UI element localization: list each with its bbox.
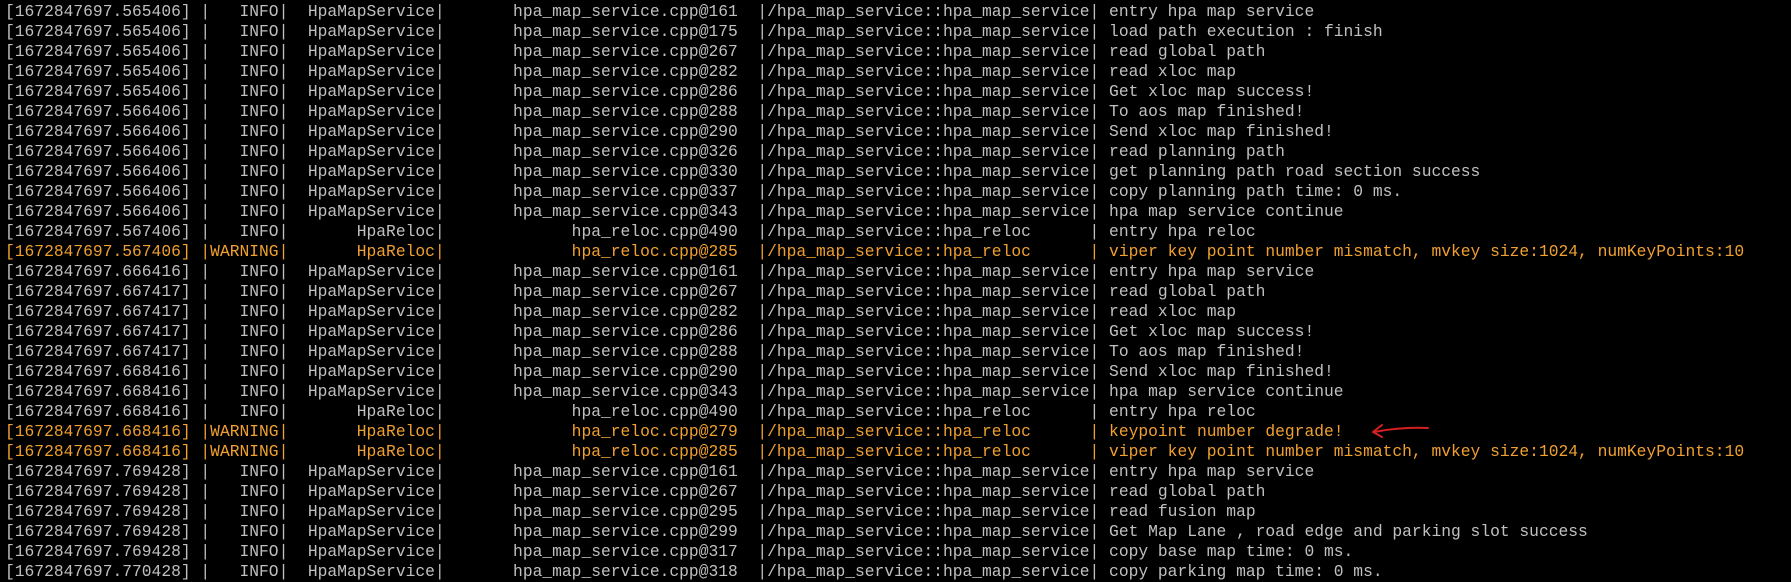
log-line-warning: [1672847697.668416] |WARNING| HpaReloc| … [5, 442, 1745, 461]
log-line: [1672847697.565406] | INFO| HpaMapServic… [5, 82, 1315, 101]
log-line: [1672847697.769428] | INFO| HpaMapServic… [5, 462, 1315, 481]
log-line: [1672847697.566406] | INFO| HpaMapServic… [5, 102, 1305, 121]
log-line: [1672847697.565406] | INFO| HpaMapServic… [5, 42, 1266, 61]
log-line-warning: [1672847697.567406] |WARNING| HpaReloc| … [5, 242, 1745, 261]
log-line: [1672847697.667417] | INFO| HpaMapServic… [5, 302, 1237, 321]
log-line: [1672847697.566406] | INFO| HpaMapServic… [5, 202, 1344, 221]
log-line: [1672847697.666416] | INFO| HpaMapServic… [5, 262, 1315, 281]
log-line: [1672847697.566406] | INFO| HpaMapServic… [5, 142, 1285, 161]
terminal-output[interactable]: [1672847697.565406] | INFO| HpaMapServic… [0, 0, 1791, 582]
log-line: [1672847697.566406] | INFO| HpaMapServic… [5, 162, 1481, 181]
log-line: [1672847697.769428] | INFO| HpaMapServic… [5, 542, 1354, 561]
log-line: [1672847697.667417] | INFO| HpaMapServic… [5, 342, 1305, 361]
log-line: [1672847697.770428] | INFO| HpaMapServic… [5, 562, 1383, 581]
log-line: [1672847697.667417] | INFO| HpaMapServic… [5, 322, 1315, 341]
log-line: [1672847697.566406] | INFO| HpaMapServic… [5, 122, 1334, 141]
red-arrow-annotation [1372, 424, 1429, 438]
log-line: [1672847697.567406] | INFO| HpaReloc| hp… [5, 222, 1256, 241]
log-line: [1672847697.668416] | INFO| HpaReloc| hp… [5, 402, 1256, 421]
log-line: [1672847697.565406] | INFO| HpaMapServic… [5, 2, 1315, 21]
log-line: [1672847697.668416] | INFO| HpaMapServic… [5, 362, 1334, 381]
log-line: [1672847697.769428] | INFO| HpaMapServic… [5, 522, 1588, 541]
log-line: [1672847697.565406] | INFO| HpaMapServic… [5, 62, 1237, 81]
log-line-warning: [1672847697.668416] |WARNING| HpaReloc| … [5, 422, 1344, 441]
log-line: [1672847697.769428] | INFO| HpaMapServic… [5, 482, 1266, 501]
log-line: [1672847697.565406] | INFO| HpaMapServic… [5, 22, 1383, 41]
log-line: [1672847697.769428] | INFO| HpaMapServic… [5, 502, 1256, 521]
log-line: [1672847697.668416] | INFO| HpaMapServic… [5, 382, 1344, 401]
log-line: [1672847697.566406] | INFO| HpaMapServic… [5, 182, 1403, 201]
log-line: [1672847697.667417] | INFO| HpaMapServic… [5, 282, 1266, 301]
